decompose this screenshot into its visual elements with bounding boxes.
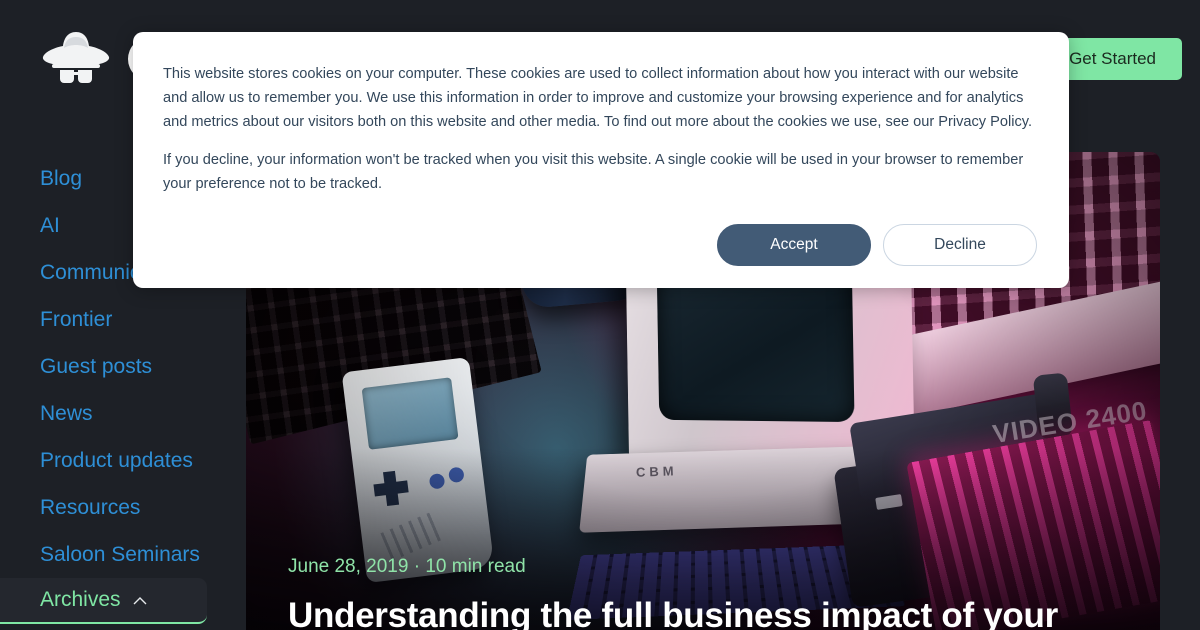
chevron-up-icon: [133, 596, 147, 605]
accept-cookies-button[interactable]: Accept: [717, 224, 871, 266]
sidebar-item-product-updates[interactable]: Product updates: [0, 437, 225, 484]
sidebar-item-label: Archives: [40, 588, 121, 611]
sidebar-item-guest-posts[interactable]: Guest posts: [0, 343, 225, 390]
cookie-paragraph-1: This website stores cookies on your comp…: [163, 66, 1033, 130]
sidebar-item-news[interactable]: News: [0, 390, 225, 437]
article-title[interactable]: Understanding the full business impact o…: [288, 594, 1120, 630]
article-meta: June 28, 2019 · 10 min read: [288, 556, 526, 577]
sidebar-item-archives[interactable]: Archives: [0, 578, 207, 624]
sidebar-item-resources[interactable]: Resources: [0, 484, 225, 531]
cookie-paragraph-2: If you decline, your information won't b…: [163, 152, 1024, 192]
cowboy-hat-glasses-logo-icon: [38, 26, 114, 90]
cookie-actions: Accept Decline: [717, 224, 1037, 266]
sidebar-item-frontier[interactable]: Frontier: [0, 296, 225, 343]
page-root: Get Started Blog AI Communications Front…: [0, 0, 1200, 630]
sidebar-item-saloon-seminars[interactable]: Saloon Seminars: [0, 531, 225, 578]
decline-cookies-button[interactable]: Decline: [883, 224, 1037, 266]
cookie-consent-dialog: This website stores cookies on your comp…: [133, 32, 1069, 288]
